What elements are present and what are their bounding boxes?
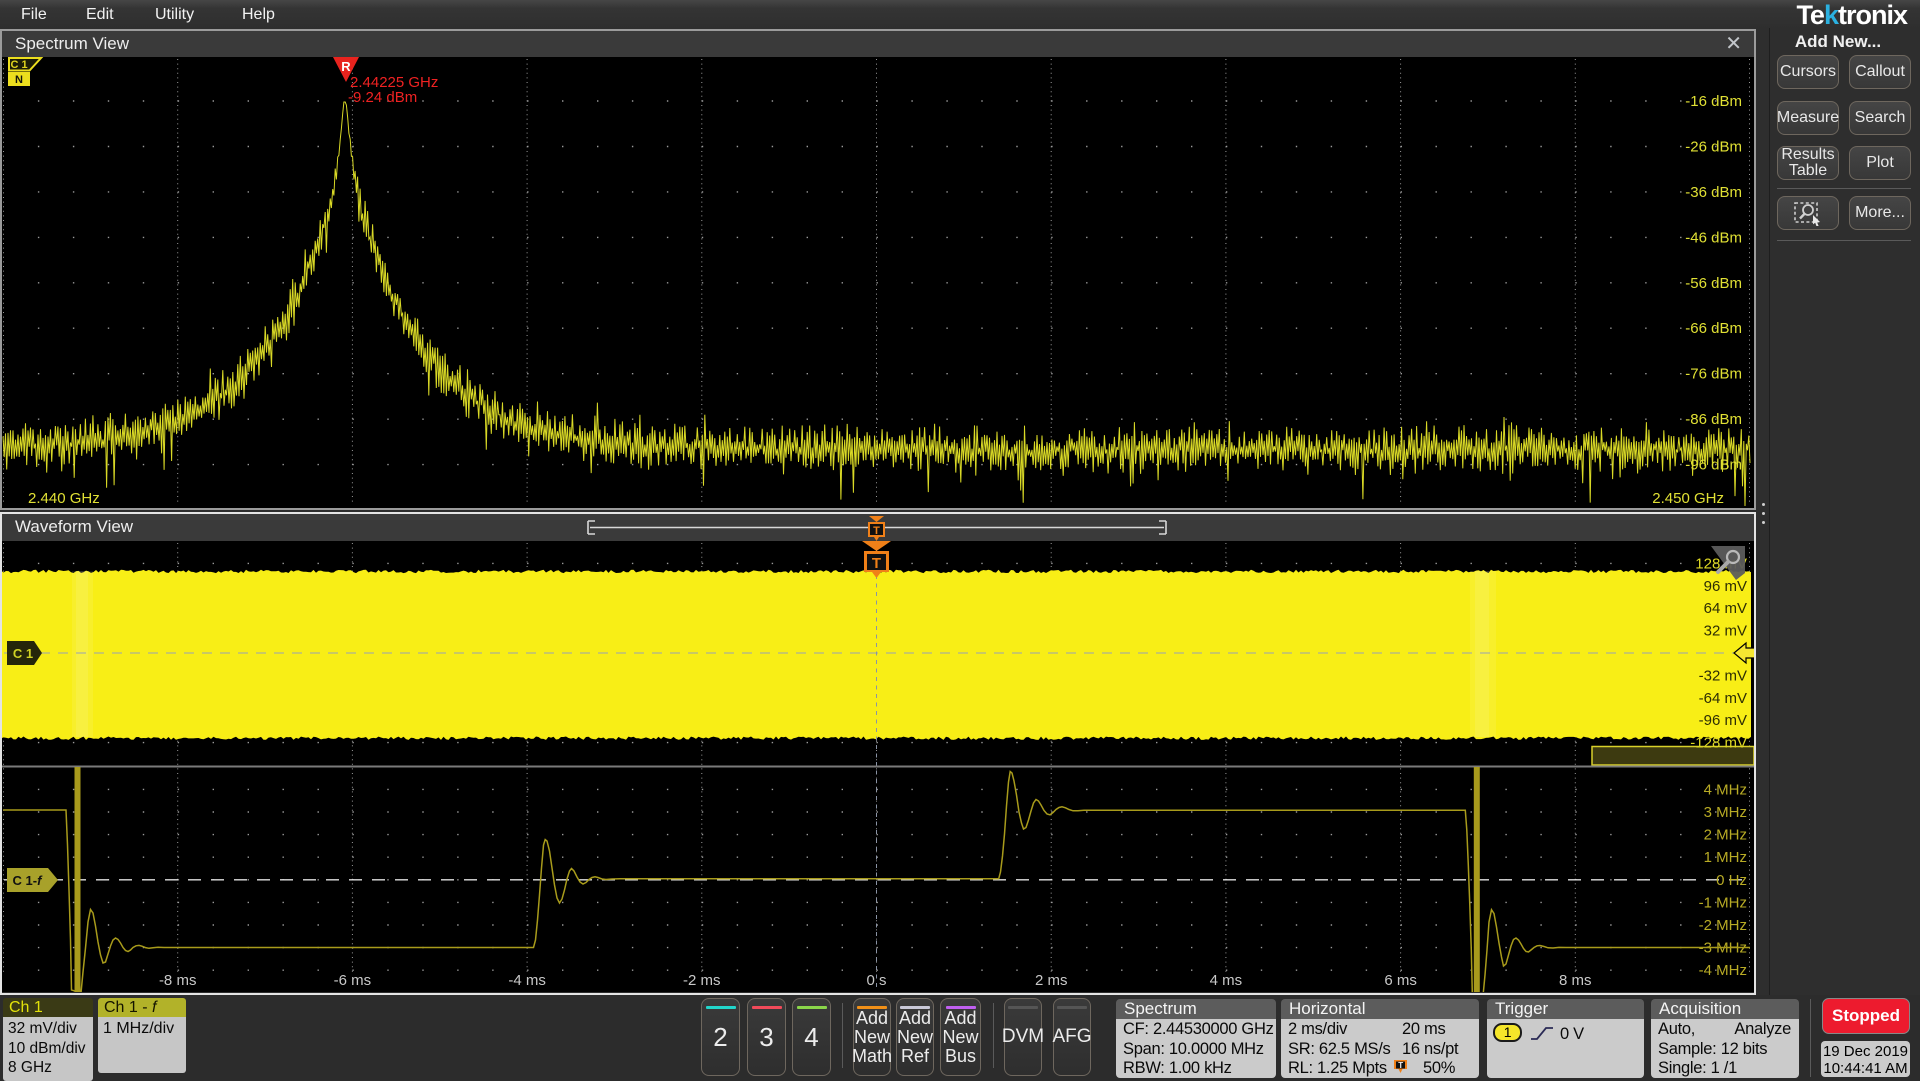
svg-text:4 ms: 4 ms <box>1210 972 1243 989</box>
svg-text:32 mV: 32 mV <box>1704 623 1747 640</box>
svg-text:6 ms: 6 ms <box>1384 972 1417 989</box>
svg-text:T: T <box>1398 1061 1403 1070</box>
svg-text:8 ms: 8 ms <box>1559 972 1592 989</box>
svg-text:-4 MHz: -4 MHz <box>1699 962 1747 979</box>
svg-text:-1 MHz: -1 MHz <box>1699 894 1747 911</box>
svg-text:64 mV: 64 mV <box>1704 600 1747 617</box>
svg-text:C 1-f: C 1-f <box>13 873 44 888</box>
svg-text:0 Hz: 0 Hz <box>1716 872 1747 889</box>
svg-text:N: N <box>15 74 23 86</box>
svg-text:0 s: 0 s <box>866 972 886 989</box>
svg-text:2.440 GHz: 2.440 GHz <box>28 490 100 507</box>
svg-text:4 MHz: 4 MHz <box>1704 781 1747 798</box>
svg-text:C 1: C 1 <box>13 646 33 661</box>
svg-text:-16 dBm: -16 dBm <box>1685 93 1742 110</box>
svg-text:-26 dBm: -26 dBm <box>1685 139 1742 156</box>
svg-text:2 MHz: 2 MHz <box>1704 827 1747 844</box>
svg-text:-96 dBm: -96 dBm <box>1685 457 1742 474</box>
svg-text:2.450 GHz: 2.450 GHz <box>1652 490 1724 507</box>
svg-text:1 MHz: 1 MHz <box>1704 849 1747 866</box>
svg-text:3 MHz: 3 MHz <box>1704 804 1747 821</box>
svg-text:-6 ms: -6 ms <box>334 972 372 989</box>
svg-text:-46 dBm: -46 dBm <box>1685 229 1742 246</box>
svg-text:R: R <box>341 59 351 74</box>
svg-text:-36 dBm: -36 dBm <box>1685 184 1742 201</box>
svg-text:C 1: C 1 <box>10 59 27 71</box>
svg-text:-32 mV: -32 mV <box>1699 667 1747 684</box>
svg-text:-128 mV: -128 mV <box>1690 735 1747 752</box>
svg-text:-8 ms: -8 ms <box>159 972 197 989</box>
svg-text:-56 dBm: -56 dBm <box>1685 275 1742 292</box>
svg-text:-96 mV: -96 mV <box>1699 712 1747 729</box>
svg-text:2 ms: 2 ms <box>1035 972 1068 989</box>
svg-text:-76 dBm: -76 dBm <box>1685 366 1742 383</box>
svg-text:T: T <box>872 555 881 572</box>
svg-text:-66 dBm: -66 dBm <box>1685 320 1742 337</box>
svg-text:T: T <box>873 525 880 537</box>
svg-text:-64 mV: -64 mV <box>1699 690 1747 707</box>
svg-text:-4 ms: -4 ms <box>508 972 546 989</box>
svg-text:-9.24 dBm: -9.24 dBm <box>348 89 417 106</box>
svg-text:96 mV: 96 mV <box>1704 578 1747 595</box>
svg-text:-86 dBm: -86 dBm <box>1685 411 1742 428</box>
svg-text:-2 MHz: -2 MHz <box>1699 917 1747 934</box>
svg-text:-2 ms: -2 ms <box>683 972 721 989</box>
